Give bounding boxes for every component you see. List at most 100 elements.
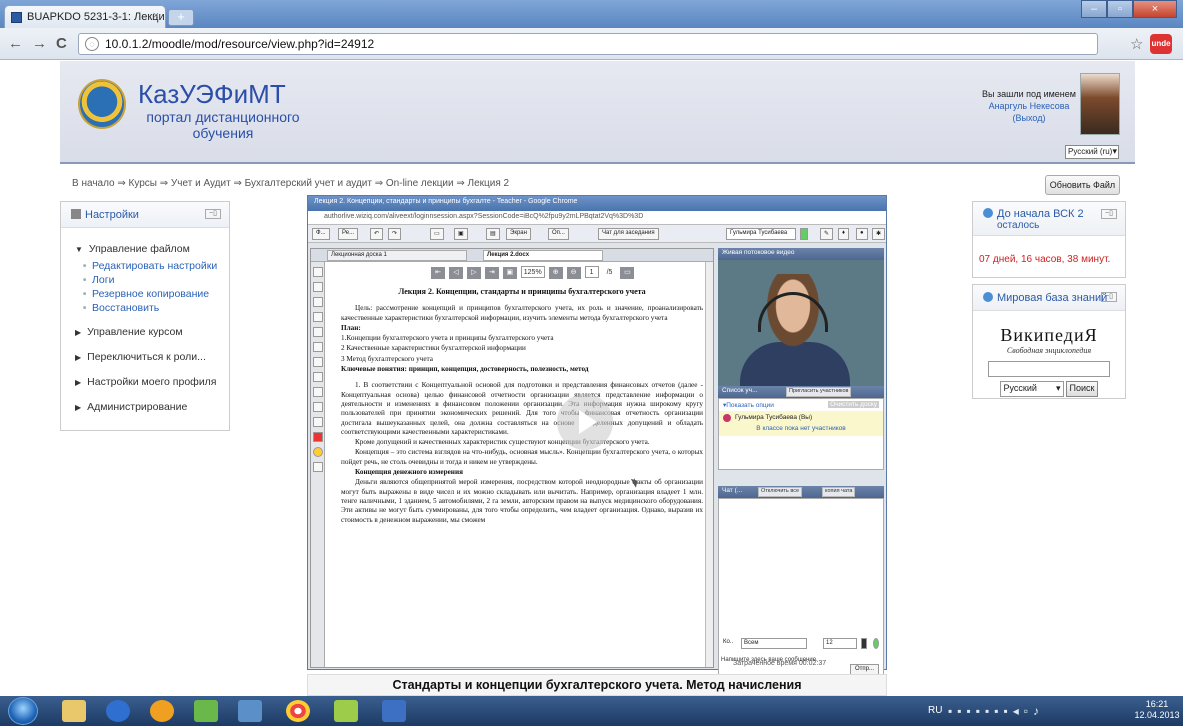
redo-icon[interactable]: ↷ bbox=[388, 228, 402, 240]
brush-tool-icon[interactable] bbox=[313, 402, 323, 412]
back-icon[interactable]: ← bbox=[8, 35, 23, 52]
settings-item-course[interactable]: Управление курсом bbox=[75, 325, 229, 340]
shared-tool-screen[interactable]: Экран bbox=[506, 228, 531, 240]
settings-item-admin[interactable]: Администрирование bbox=[75, 400, 229, 415]
user-icon[interactable]: ● bbox=[856, 228, 868, 240]
app-taskbar-icon[interactable] bbox=[238, 700, 262, 722]
tray-icons[interactable]: ▪▪▪▪▪▪▪◂▫♪ bbox=[948, 704, 1044, 718]
media-taskbar-icon[interactable] bbox=[150, 700, 174, 722]
tab-lecture-doc[interactable]: Лекция 2.docx bbox=[483, 250, 603, 261]
show-options-link[interactable]: ▾Показать опции Очистить доску bbox=[719, 399, 883, 411]
chat-emoji-icon[interactable] bbox=[873, 638, 879, 649]
emoji-tool-icon[interactable] bbox=[313, 447, 323, 457]
word-taskbar-icon[interactable] bbox=[382, 700, 406, 722]
settings-tool-icon[interactable]: ✱ bbox=[872, 228, 886, 240]
shared-tool-chat[interactable]: Чат для заседания bbox=[598, 228, 659, 240]
settings-item-restore[interactable]: Восстановить bbox=[75, 301, 229, 315]
update-file-button[interactable]: Обновить Файл bbox=[1045, 175, 1120, 195]
play-icon[interactable] bbox=[557, 394, 613, 450]
system-clock[interactable]: 16:21 12.04.2013 bbox=[1134, 699, 1180, 721]
invite-button[interactable]: Пригласить участников bbox=[786, 387, 852, 397]
fit-icon[interactable]: ▣ bbox=[502, 267, 517, 279]
clear-board-button[interactable]: Очистить доску bbox=[828, 401, 879, 408]
maximize-icon[interactable]: ▫ bbox=[1107, 0, 1133, 18]
settings-item-file-management[interactable]: Управление файлом bbox=[75, 242, 229, 257]
tab-whiteboard[interactable]: Лекционная доска 1 bbox=[327, 250, 467, 261]
zoom-value[interactable]: 125% bbox=[520, 266, 545, 278]
eraser-tool-icon[interactable] bbox=[313, 417, 323, 427]
document-scrollbar[interactable] bbox=[705, 262, 713, 667]
minimize-icon[interactable]: – bbox=[1081, 0, 1107, 18]
shared-tool-options[interactable]: Оп... bbox=[548, 228, 569, 240]
pointer-tool-icon[interactable] bbox=[313, 282, 323, 292]
notes-taskbar-icon[interactable] bbox=[334, 700, 358, 722]
color-tool-icon[interactable] bbox=[313, 462, 323, 472]
settings-item-profile[interactable]: Настройки моего профиля bbox=[75, 375, 229, 390]
settings-item-switch-role[interactable]: Переключиться к роли... bbox=[75, 350, 229, 365]
site-name[interactable]: КазУЭФиМТ bbox=[138, 79, 286, 110]
start-button-icon[interactable] bbox=[8, 697, 38, 725]
page-number-input[interactable]: 1 bbox=[584, 266, 599, 278]
breadcrumb[interactable]: В начало ⇒ Курсы ⇒ Учет и Аудит ⇒ Бухгал… bbox=[72, 178, 509, 189]
logout-link[interactable]: (Выход) bbox=[970, 112, 1088, 124]
chrome-taskbar-icon[interactable] bbox=[286, 700, 310, 722]
presenter-select[interactable]: Гульмира Тусибаева bbox=[726, 228, 796, 240]
next-page-icon[interactable]: ▷ bbox=[466, 267, 481, 279]
first-page-icon[interactable]: ⇤ bbox=[431, 267, 445, 279]
shared-tool-file[interactable]: Ф... bbox=[312, 228, 330, 240]
chat-recipient-select[interactable]: Всем bbox=[741, 638, 807, 649]
chat-color-icon[interactable] bbox=[861, 638, 867, 649]
chat-mute-all-button[interactable]: Отключить все bbox=[758, 487, 802, 497]
window-close-icon[interactable]: × bbox=[1133, 0, 1177, 18]
settings-item-logs[interactable]: Логи bbox=[75, 273, 229, 287]
ie-taskbar-icon[interactable] bbox=[106, 700, 130, 722]
language-indicator[interactable]: RU bbox=[928, 705, 942, 716]
bookmark-star-icon[interactable]: ☆ bbox=[1130, 35, 1143, 53]
settings-item-edit[interactable]: Редактировать настройки bbox=[75, 259, 229, 273]
reload-icon[interactable]: C bbox=[56, 35, 67, 52]
delete-tool-icon[interactable] bbox=[313, 432, 323, 442]
browser-tab[interactable]: BUAPKDO 5231-3-1: Лекци × bbox=[4, 5, 166, 28]
wiki-language-select[interactable]: Русский bbox=[999, 381, 1064, 397]
triangle-tool-icon[interactable] bbox=[313, 372, 323, 382]
import-icon[interactable]: ▣ bbox=[454, 228, 468, 240]
university-logo-icon[interactable] bbox=[78, 79, 126, 129]
chat-copy-button[interactable]: копия чата bbox=[822, 487, 856, 497]
settings-item-backup[interactable]: Резервное копирование bbox=[75, 287, 229, 301]
new-tab-button[interactable]: + bbox=[168, 9, 194, 26]
close-tab-icon[interactable]: × bbox=[153, 10, 159, 22]
line-tool-icon[interactable] bbox=[313, 357, 323, 367]
collapse-wiki-icon[interactable]: −▯ bbox=[1101, 292, 1117, 302]
participant-row[interactable]: Гульмира Тусибаева (Вы) bbox=[719, 411, 883, 423]
extension-icon[interactable]: unde bbox=[1150, 34, 1172, 54]
last-page-icon[interactable]: ⇥ bbox=[484, 267, 499, 279]
zoom-in-icon[interactable]: ⊕ bbox=[548, 267, 563, 279]
wiki-search-input[interactable] bbox=[988, 361, 1110, 377]
folder-icon[interactable]: ▭ bbox=[430, 228, 444, 240]
user-avatar[interactable] bbox=[1080, 73, 1120, 135]
mic-icon[interactable]: ♦ bbox=[838, 228, 850, 240]
chat-font-size-select[interactable]: 12 bbox=[823, 638, 857, 649]
pen-icon[interactable]: ✎ bbox=[820, 228, 834, 240]
grid-tool-icon[interactable] bbox=[313, 387, 323, 397]
collapse-block-icon[interactable]: −▯ bbox=[205, 209, 221, 219]
explorer-taskbar-icon[interactable] bbox=[62, 700, 86, 722]
rect-tool-icon[interactable] bbox=[313, 327, 323, 337]
collapse-timer-icon[interactable]: −▯ bbox=[1101, 209, 1117, 219]
select-tool-icon[interactable] bbox=[313, 267, 323, 277]
prev-page-icon[interactable]: ◁ bbox=[448, 267, 463, 279]
shared-tool-edit[interactable]: Ре... bbox=[338, 228, 359, 240]
wiki-search-button[interactable]: Поиск bbox=[1065, 381, 1099, 397]
fullscreen-icon[interactable]: ▭ bbox=[620, 267, 635, 279]
pencil-tool-icon[interactable] bbox=[313, 297, 323, 307]
address-bar[interactable]: ◌ 10.0.1.2/moodle/mod/resource/view.php?… bbox=[78, 33, 1098, 55]
user-name-link[interactable]: Анаргуль Некесова bbox=[970, 100, 1088, 112]
language-select[interactable]: Русский (ru) bbox=[1065, 145, 1119, 159]
circle-tool-icon[interactable] bbox=[313, 342, 323, 352]
page-icon[interactable]: ▤ bbox=[486, 228, 500, 240]
calendar-taskbar-icon[interactable] bbox=[194, 700, 218, 722]
zoom-out-icon[interactable]: ⊖ bbox=[566, 267, 581, 279]
forward-icon[interactable]: → bbox=[32, 35, 47, 52]
text-tool-icon[interactable] bbox=[313, 312, 323, 322]
undo-icon[interactable]: ↶ bbox=[370, 228, 384, 240]
